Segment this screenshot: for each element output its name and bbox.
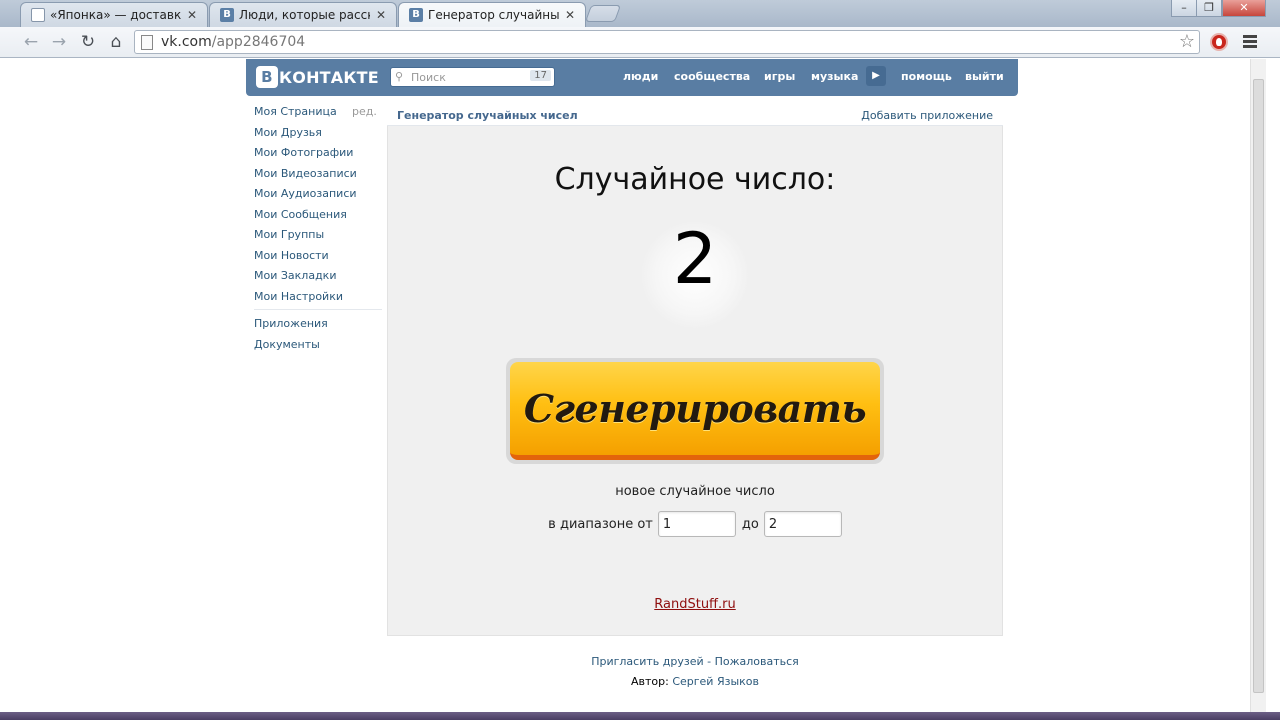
- page-left-margin: [0, 59, 14, 712]
- random-number-heading: Случайное число:: [554, 162, 836, 197]
- vk-header: В КОНТАКТЕ ⚲ Поиск 17 люди сообщества игр…: [246, 59, 1018, 96]
- minimize-button[interactable]: –: [1171, 0, 1197, 17]
- complain-link[interactable]: Пожаловаться: [715, 655, 799, 668]
- range-to-input[interactable]: [763, 511, 842, 537]
- forward-arrow-icon[interactable]: →: [48, 31, 70, 53]
- random-number-value: 2: [672, 218, 718, 300]
- range-row: в диапазоне от до: [388, 511, 1002, 537]
- author-label: Автор:: [630, 675, 669, 688]
- sidebar-item-settings[interactable]: Мои Настройки: [254, 290, 343, 303]
- restore-button[interactable]: ❐: [1196, 0, 1222, 17]
- generate-button-label: Сгенерировать: [510, 362, 880, 460]
- vertical-scrollbar[interactable]: [1250, 59, 1266, 712]
- randstuff-link[interactable]: RandStuff.ru: [388, 597, 1002, 612]
- close-icon[interactable]: ✕: [187, 8, 197, 22]
- document-icon: [31, 8, 45, 22]
- close-icon[interactable]: ✕: [565, 8, 575, 22]
- adblock-extension-icon[interactable]: [1210, 33, 1228, 51]
- tab-1-title: «Японка» — доставка су: [50, 8, 181, 22]
- sidebar-item-apps[interactable]: Приложения: [254, 317, 328, 330]
- add-app-link[interactable]: Добавить приложение: [861, 109, 993, 122]
- range-to-label: до: [741, 516, 759, 532]
- page-viewport: В КОНТАКТЕ ⚲ Поиск 17 люди сообщества игр…: [14, 59, 1250, 712]
- nav-help[interactable]: помощь: [901, 70, 952, 83]
- sidebar-item-my-page[interactable]: Моя Страница: [254, 105, 337, 118]
- tab-2[interactable]: В Люди, которые рассказа ✕: [209, 2, 397, 27]
- vk-icon: В: [409, 8, 423, 22]
- scrollbar-thumb[interactable]: [1253, 79, 1264, 693]
- sidebar-divider: [254, 309, 382, 310]
- sidebar-item-friends[interactable]: Мои Друзья: [254, 126, 322, 139]
- reload-icon[interactable]: ↻: [77, 31, 99, 53]
- page-icon: [141, 35, 153, 50]
- sidebar-item-messages[interactable]: Мои Сообщения: [254, 208, 347, 221]
- invite-friends-link[interactable]: Пригласить друзей: [591, 655, 703, 668]
- sidebar-item-documents[interactable]: Документы: [254, 338, 320, 351]
- sidebar-item-videos[interactable]: Мои Видеозаписи: [254, 167, 357, 180]
- generate-subtitle: новое случайное число: [615, 484, 775, 499]
- nav-communities[interactable]: сообщества: [674, 70, 750, 83]
- close-icon[interactable]: ✕: [376, 8, 386, 22]
- new-tab-button[interactable]: [584, 5, 622, 22]
- app-iframe: Случайное число: 2 Сгенерировать новое с…: [387, 126, 1003, 636]
- tab-3-title: Генератор случайных чи: [428, 8, 559, 22]
- generate-button[interactable]: Сгенерировать: [506, 358, 884, 464]
- url-text: vk.com/app2846704: [161, 34, 305, 50]
- search-placeholder: Поиск: [411, 71, 446, 84]
- nav-people[interactable]: люди: [623, 70, 658, 83]
- app-author: Автор: Сергей Языков: [387, 675, 1003, 688]
- sidebar-edit-link[interactable]: ред.: [352, 105, 377, 118]
- nav-games[interactable]: игры: [764, 70, 795, 83]
- url-path: /app2846704: [211, 34, 306, 50]
- app-title: Генератор случайных чисел: [397, 109, 578, 122]
- vk-search-input[interactable]: ⚲ Поиск 17: [390, 67, 555, 87]
- range-from-label: в диапазоне от: [548, 516, 653, 532]
- app-footer-links: Пригласить друзей - Пожаловаться: [387, 655, 1003, 668]
- back-arrow-icon[interactable]: ←: [20, 31, 42, 53]
- nav-music[interactable]: музыка: [811, 70, 858, 83]
- menu-icon[interactable]: [1243, 35, 1257, 50]
- home-icon[interactable]: ⌂: [105, 31, 127, 53]
- app-title-bar: Генератор случайных чисел Добавить прило…: [387, 104, 1003, 126]
- browser-toolbar: ← → ↻ ⌂ vk.com/app2846704 ☆: [0, 27, 1280, 58]
- close-window-button[interactable]: ✕: [1222, 0, 1266, 17]
- tab-3-active[interactable]: В Генератор случайных чи ✕: [398, 2, 586, 27]
- os-taskbar: [0, 712, 1280, 720]
- vk-logo-text: КОНТАКТЕ: [279, 67, 379, 87]
- sidebar-item-news[interactable]: Мои Новости: [254, 249, 329, 262]
- nav-logout[interactable]: выйти: [965, 70, 1004, 83]
- tab-2-title: Люди, которые рассказа: [239, 8, 370, 22]
- author-link[interactable]: Сергей Языков: [672, 675, 759, 688]
- address-bar[interactable]: vk.com/app2846704 ☆: [134, 30, 1200, 54]
- sidebar-item-audio[interactable]: Мои Аудиозаписи: [254, 187, 357, 200]
- sidebar-item-groups[interactable]: Мои Группы: [254, 228, 324, 241]
- url-host: vk.com: [161, 34, 212, 50]
- tab-1[interactable]: «Японка» — доставка су ✕: [20, 2, 208, 27]
- range-from-input[interactable]: [657, 511, 736, 537]
- vk-logo-letter: В: [256, 66, 278, 88]
- sidebar-item-photos[interactable]: Мои Фотографии: [254, 146, 353, 159]
- bookmark-star-icon[interactable]: ☆: [1179, 31, 1195, 52]
- tab-strip: «Японка» — доставка су ✕ В Люди, которые…: [0, 0, 1280, 27]
- play-icon[interactable]: ▶: [866, 66, 886, 86]
- vk-logo[interactable]: В КОНТАКТЕ: [256, 66, 379, 88]
- search-count-badge: 17: [530, 70, 551, 81]
- footer-separator: -: [703, 655, 715, 668]
- sidebar-item-bookmarks[interactable]: Мои Закладки: [254, 269, 336, 282]
- vk-icon: В: [220, 8, 234, 22]
- search-icon: ⚲: [395, 70, 404, 83]
